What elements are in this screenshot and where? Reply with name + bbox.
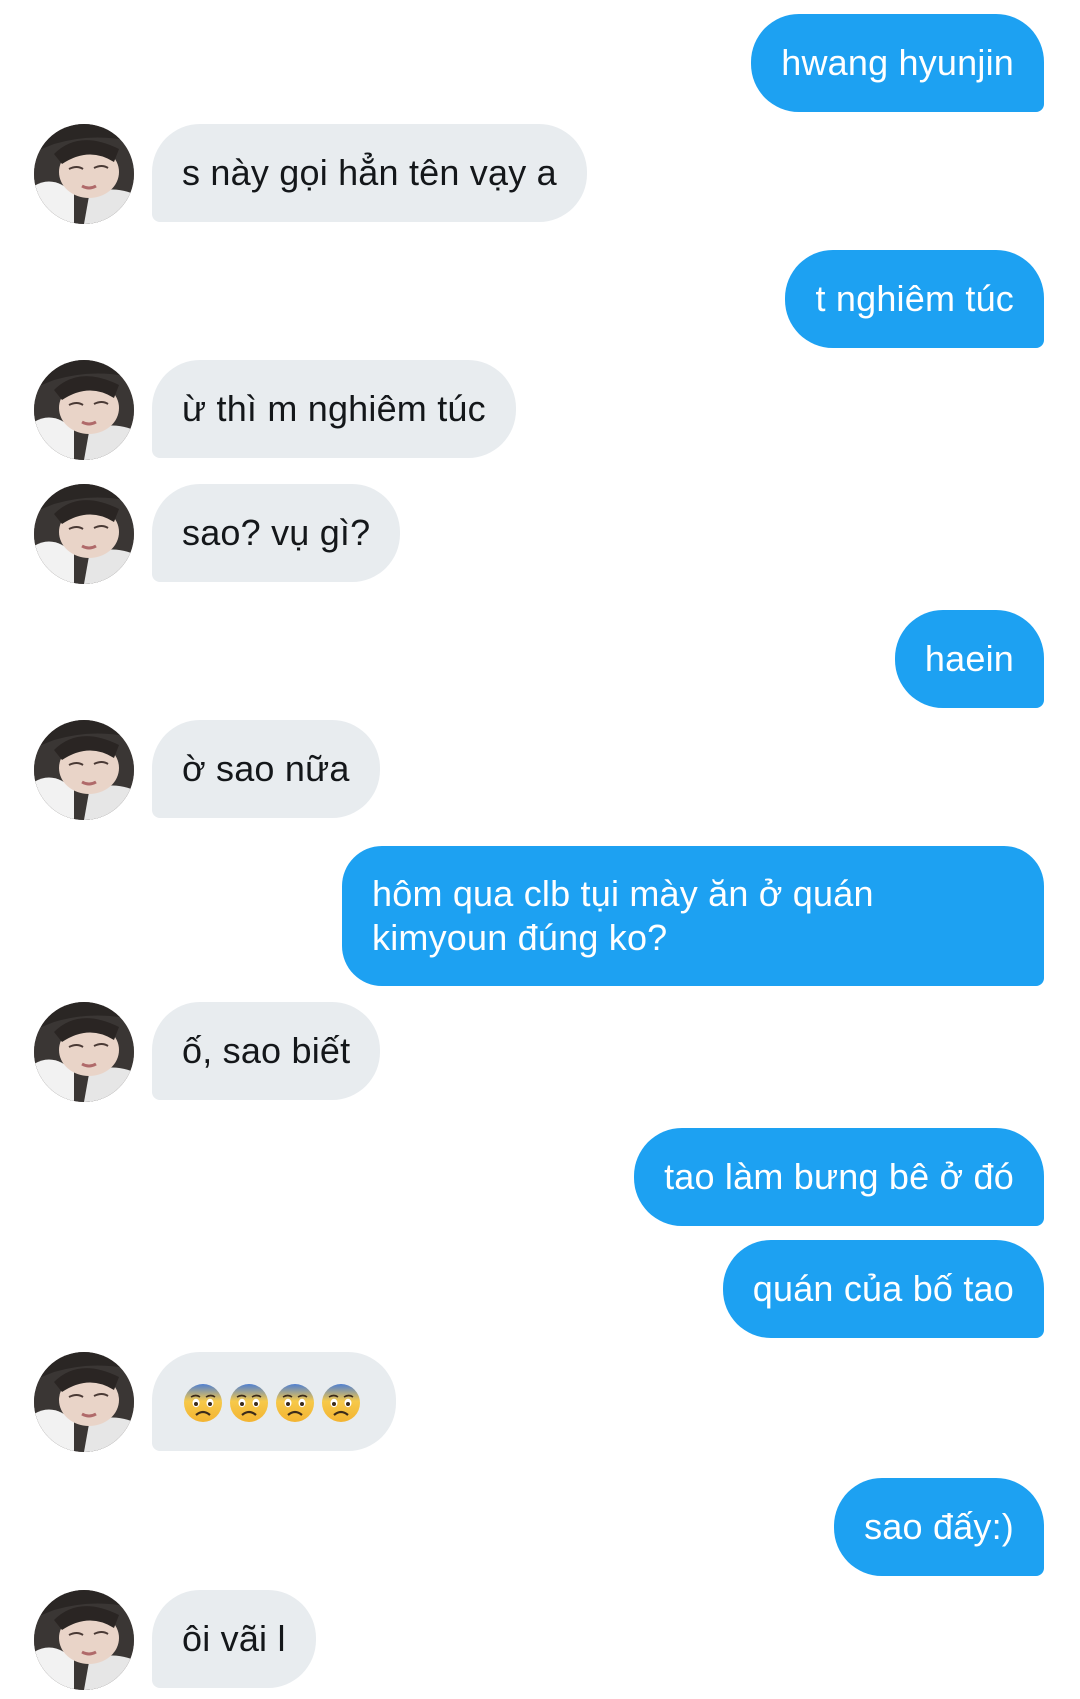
avatar[interactable] — [34, 1590, 134, 1690]
message-text: hwang hyunjin — [781, 42, 1014, 83]
anxious-face-icon — [228, 1382, 270, 1424]
message-text: s này gọi hẳn tên vạy a — [182, 152, 557, 193]
avatar[interactable] — [34, 484, 134, 584]
avatar[interactable] — [34, 720, 134, 820]
outgoing-message-bubble[interactable]: hôm qua clb tụi mày ăn ở quán kimyoun đú… — [342, 846, 1044, 986]
anxious-face-icon — [274, 1382, 316, 1424]
chat-thread[interactable]: hwang hyunjin s này gọi hẳn tên vạy a t … — [0, 0, 1080, 1699]
incoming-message-bubble[interactable]: sao? vụ gì? — [152, 484, 401, 582]
outgoing-message-bubble[interactable]: quán của bố tao — [722, 1240, 1044, 1338]
message-text: tao làm bưng bê ở đó — [664, 1156, 1014, 1197]
anxious-face-icon — [320, 1382, 362, 1424]
incoming-message-bubble[interactable]: ố, sao biết — [152, 1002, 381, 1100]
incoming-message-bubble[interactable]: ừ thì m nghiêm túc — [152, 360, 516, 458]
message-text: ờ sao nữa — [182, 748, 350, 789]
message-text: sao? vụ gì? — [182, 512, 371, 553]
avatar[interactable] — [34, 124, 134, 224]
outgoing-message-bubble[interactable]: hwang hyunjin — [751, 14, 1044, 112]
message-text: sao đấy:) — [864, 1506, 1014, 1547]
incoming-message-bubble[interactable]: s này gọi hẳn tên vạy a — [152, 124, 587, 222]
incoming-message-bubble[interactable]: ôi vãi l — [152, 1590, 316, 1688]
message-text: hôm qua clb tụi mày ăn ở quán kimyoun đú… — [372, 873, 874, 958]
anxious-face-icon — [182, 1382, 224, 1424]
incoming-message-bubble[interactable] — [152, 1352, 396, 1452]
outgoing-message-bubble[interactable]: haein — [894, 610, 1044, 708]
avatar[interactable] — [34, 1002, 134, 1102]
message-text: ôi vãi l — [182, 1618, 286, 1659]
message-text: ố, sao biết — [182, 1030, 351, 1071]
incoming-message-bubble[interactable]: ờ sao nữa — [152, 720, 380, 818]
message-text: ừ thì m nghiêm túc — [182, 388, 486, 429]
message-text: t nghiêm túc — [815, 278, 1014, 319]
outgoing-message-bubble[interactable]: tao làm bưng bê ở đó — [634, 1128, 1044, 1226]
avatar[interactable] — [34, 360, 134, 460]
message-text: haein — [924, 638, 1014, 679]
avatar[interactable] — [34, 1352, 134, 1452]
message-text: quán của bố tao — [752, 1268, 1014, 1309]
outgoing-message-bubble[interactable]: t nghiêm túc — [785, 250, 1044, 348]
outgoing-message-bubble[interactable]: sao đấy:) — [834, 1478, 1044, 1576]
